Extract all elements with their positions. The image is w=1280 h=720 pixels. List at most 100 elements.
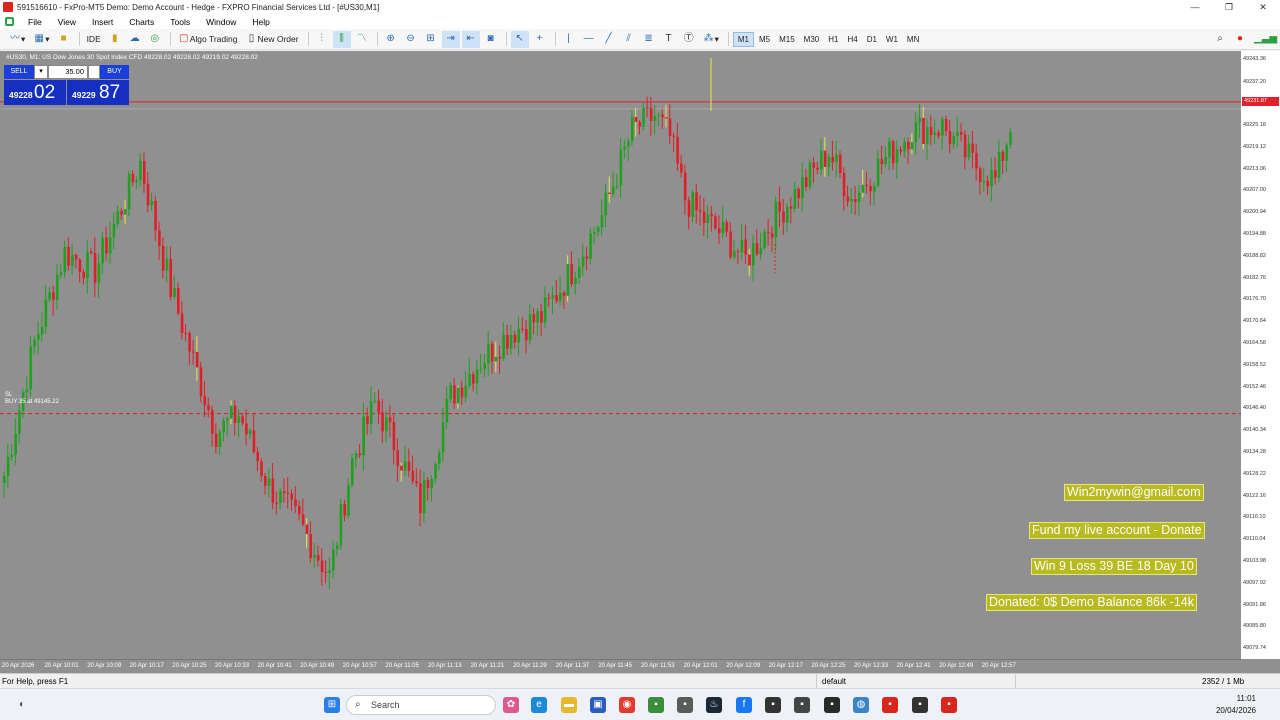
- zoom-out-button[interactable]: ⊖: [402, 31, 420, 48]
- menu-view[interactable]: View: [50, 17, 84, 27]
- candle: [543, 286, 547, 328]
- new-order-button[interactable]: ▯ New Order: [242, 31, 301, 48]
- clock[interactable]: 11:01 20/04/2026: [1216, 693, 1256, 717]
- cursor-icon: ↖: [515, 33, 524, 44]
- templates-button[interactable]: ▦ ▾: [30, 31, 52, 48]
- menu-help[interactable]: Help: [244, 17, 277, 27]
- menu-file[interactable]: File: [20, 17, 50, 27]
- time-axis[interactable]: 20 Apr 2026 20 Apr 10:01 20 Apr 10:09 20 Ap…: [0, 659, 1241, 673]
- tile-button[interactable]: ⊞: [422, 31, 440, 48]
- candle: [154, 195, 157, 241]
- app-icon-1[interactable]: ▪: [648, 697, 664, 713]
- steam-icon[interactable]: ♨: [706, 697, 722, 713]
- cloud-button[interactable]: ☁: [126, 31, 144, 48]
- buy-button[interactable]: BUY: [100, 65, 129, 79]
- timeframe-m1[interactable]: M1: [732, 31, 754, 47]
- app-icon-5[interactable]: ▪: [824, 697, 840, 713]
- menu-window[interactable]: Window: [198, 17, 244, 27]
- search-icon[interactable]: ⌕: [1214, 33, 1226, 45]
- taskbar-search[interactable]: ⌕ Search: [346, 695, 496, 715]
- edge-icon[interactable]: e: [531, 697, 547, 713]
- trend-line-button[interactable]: ╱: [600, 31, 618, 48]
- sl-label: SL: [5, 392, 13, 398]
- profiles-button[interactable]: ■: [55, 31, 73, 48]
- start-icon[interactable]: ⊞: [324, 697, 340, 713]
- vertical-line-button[interactable]: |: [560, 31, 578, 48]
- buy-price-box[interactable]: 49229 87: [67, 80, 129, 105]
- close-button[interactable]: ✕: [1246, 2, 1280, 13]
- timeframe-m5[interactable]: M5: [755, 33, 774, 46]
- copilot-icon[interactable]: ✿: [503, 697, 519, 713]
- timeframe-h1[interactable]: H1: [824, 33, 842, 46]
- sell-price-box[interactable]: 49228 02: [4, 80, 66, 105]
- ide-button[interactable]: IDE: [84, 31, 104, 48]
- menu-charts[interactable]: Charts: [121, 17, 162, 27]
- screenshot-button[interactable]: ◙: [482, 31, 500, 48]
- cursor-button[interactable]: ↖: [510, 30, 529, 48]
- bar-chart-button[interactable]: ⫶: [313, 31, 331, 48]
- timeframe-d1[interactable]: D1: [863, 33, 881, 46]
- app-icon-3[interactable]: ▪: [765, 697, 781, 713]
- candle: [831, 140, 835, 171]
- zoom-in-button[interactable]: ⊕: [382, 31, 400, 48]
- timeframe-w1[interactable]: W1: [882, 33, 902, 46]
- autoscroll-button[interactable]: ⇥: [441, 30, 460, 48]
- mt5-taskbar-icon[interactable]: ▪: [941, 697, 957, 713]
- menu-tools[interactable]: Tools: [162, 17, 198, 27]
- price-axis[interactable]: 49243.3649237.2049231.2449225.1849219.12…: [1241, 51, 1280, 659]
- timeframe-m30[interactable]: M30: [800, 33, 824, 46]
- fibonacci-button[interactable]: ≣: [640, 31, 658, 48]
- signals-button[interactable]: ◎: [146, 31, 164, 48]
- volume-dropdown[interactable]: ▾: [34, 65, 48, 79]
- candle: [396, 438, 399, 482]
- algo-trading-button[interactable]: ▢ Algo Trading: [175, 31, 241, 48]
- volume-input[interactable]: 35.00: [48, 65, 88, 79]
- candle: [33, 335, 36, 355]
- candle-chart-button[interactable]: ⫼: [332, 30, 351, 48]
- channel-button[interactable]: ⫽: [620, 31, 638, 48]
- price-tick: 49091.86: [1243, 601, 1266, 608]
- lock-button[interactable]: ▮: [106, 31, 124, 48]
- horizontal-line-button[interactable]: —: [580, 31, 598, 48]
- mt5-icon[interactable]: [5, 17, 14, 26]
- chart-shift-button[interactable]: ⇤: [461, 30, 480, 48]
- price-tick: 49164.58: [1243, 339, 1266, 346]
- app-icon-7[interactable]: ▪: [912, 697, 928, 713]
- candle: [596, 225, 600, 237]
- menu-insert[interactable]: Insert: [84, 17, 121, 27]
- volume-stepper[interactable]: [88, 65, 100, 79]
- label-button[interactable]: Ⓣ: [680, 31, 698, 48]
- time-tick: 20 Apr 10:33: [215, 663, 250, 669]
- chart-area[interactable]: #US30, M1: US Dow Jones 30 Spot Index CF…: [0, 51, 1280, 673]
- timeframe-h4[interactable]: H4: [843, 33, 861, 46]
- candle: [282, 478, 286, 503]
- widgets-icon[interactable]: ◐: [14, 697, 30, 713]
- timeframe-m15[interactable]: M15: [775, 33, 799, 46]
- candle: [335, 541, 339, 557]
- cloud-icon: ☁: [129, 33, 140, 44]
- store-icon[interactable]: ▣: [590, 697, 606, 713]
- chrome-icon[interactable]: ◉: [619, 697, 635, 713]
- file-explorer-icon[interactable]: ▬: [561, 697, 577, 713]
- chart-type-button[interactable]: 〰 ▾: [6, 31, 28, 48]
- signal-strength-icon[interactable]: ▁▃▅: [1254, 33, 1277, 45]
- line-chart-button[interactable]: 〽: [353, 31, 371, 48]
- restore-button[interactable]: ❐: [1212, 2, 1246, 13]
- facebook-icon[interactable]: f: [736, 697, 752, 713]
- sell-button[interactable]: SELL: [4, 65, 34, 79]
- candle: [751, 235, 755, 281]
- app-icon-4[interactable]: ▪: [794, 697, 810, 713]
- price-tick: 49085.80: [1243, 623, 1266, 630]
- text-button[interactable]: T: [660, 31, 678, 48]
- time-tick: 20 Apr 2026: [2, 663, 35, 669]
- shapes-button[interactable]: ⁂ ▾: [700, 31, 722, 48]
- minimize-button[interactable]: —: [1178, 2, 1212, 13]
- fxpro-icon[interactable]: ▪: [882, 697, 898, 713]
- candle: [199, 362, 203, 403]
- app-icon-2[interactable]: ▪: [677, 697, 693, 713]
- crosshair-button[interactable]: +: [531, 31, 549, 48]
- timeframe-mn[interactable]: MN: [903, 33, 923, 46]
- notifications-icon[interactable]: ●: [1234, 33, 1246, 45]
- app-icon-6[interactable]: ◍: [853, 697, 869, 713]
- candle: [506, 324, 509, 356]
